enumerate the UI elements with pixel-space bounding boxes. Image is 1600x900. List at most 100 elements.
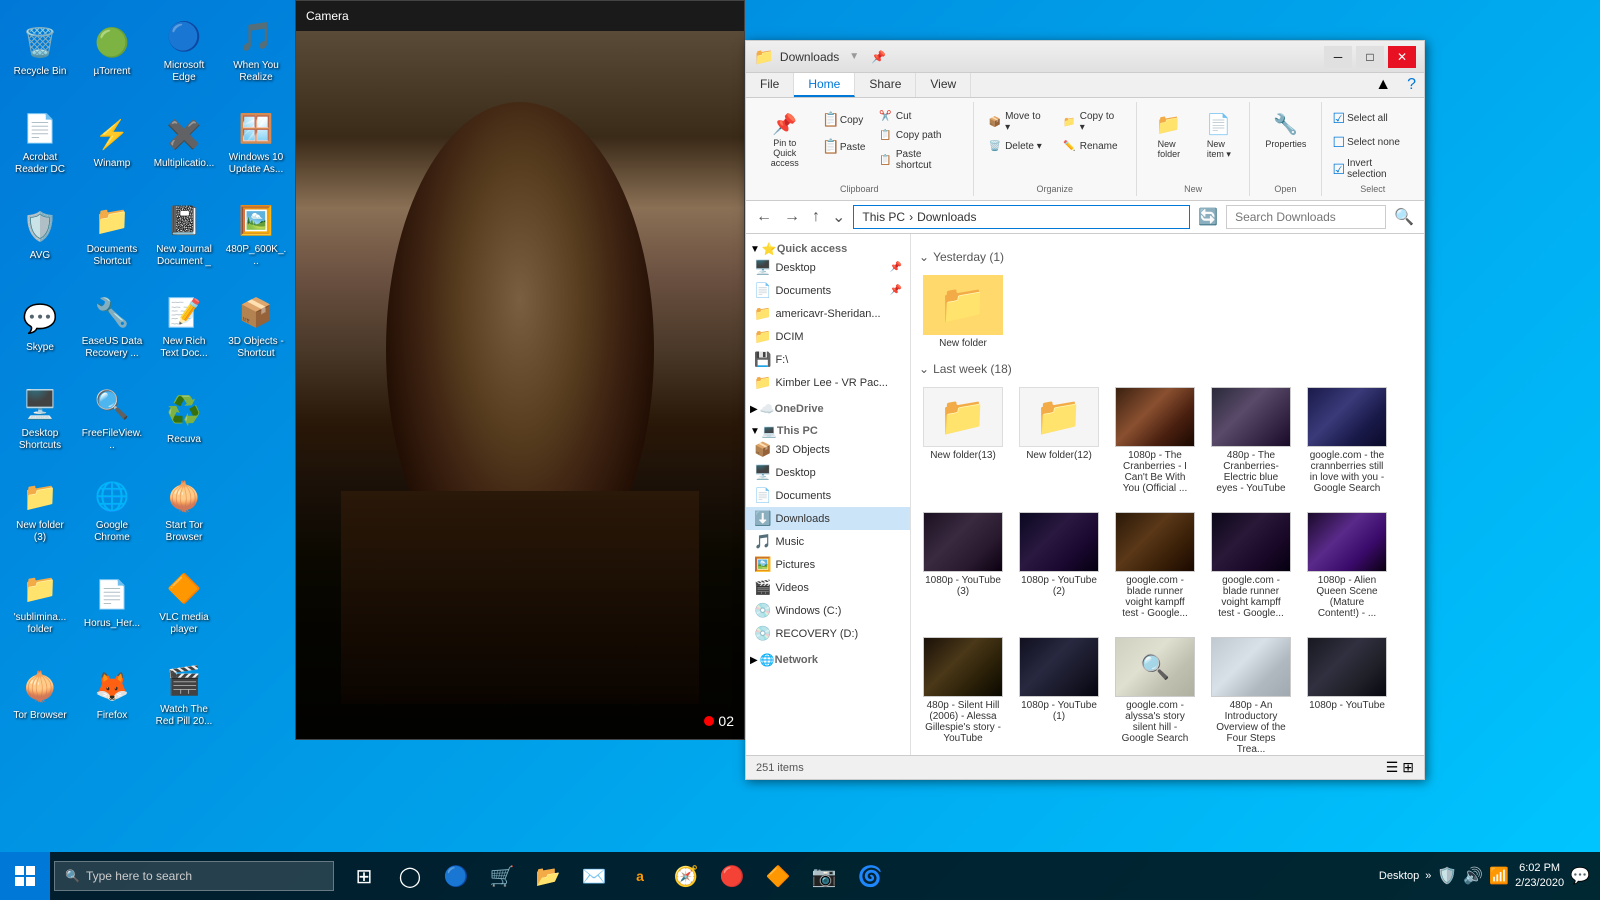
list-item[interactable]: 480p - Silent Hill (2006) - Alessa Gille… — [919, 632, 1007, 755]
icon-tor-browser[interactable]: 🧅 Tor Browser — [5, 649, 75, 739]
icon-sublimina[interactable]: 📁 'sublimina... folder — [5, 557, 75, 647]
sidebar-item-f-drive[interactable]: 💾 F:\ — [746, 348, 910, 371]
paste-button[interactable]: 📋 Paste — [817, 135, 870, 160]
select-none-button[interactable]: ☐ Select none — [1330, 133, 1416, 152]
list-item[interactable]: 📁 New folder(12) — [1015, 382, 1103, 499]
list-item[interactable]: 1080p - YouTube (1) — [1015, 632, 1103, 755]
maximize-button[interactable]: □ — [1356, 46, 1384, 68]
taskbar-vlc-task[interactable]: 🔶 — [758, 856, 798, 896]
icon-desktop-shortcuts[interactable]: 🖥️ Desktop Shortcuts — [5, 373, 75, 463]
icon-freefileview[interactable]: 🔍 FreeFileView... — [77, 373, 147, 463]
taskbar-store[interactable]: 🛒 — [482, 856, 522, 896]
quick-access-section[interactable]: ▼ ⭐ Quick access — [746, 238, 910, 256]
sidebar-item-music[interactable]: 🎵 Music — [746, 530, 910, 553]
notification-icon[interactable]: 💬 — [1570, 866, 1590, 886]
search-button[interactable]: 🔍 — [1390, 205, 1418, 229]
address-path[interactable]: This PC › Downloads — [853, 205, 1190, 229]
taskbar-search[interactable]: 🔍 Type here to search — [54, 861, 334, 891]
onedrive-section[interactable]: ▶ ☁️ OneDrive — [746, 398, 910, 416]
close-button[interactable]: ✕ — [1388, 46, 1416, 68]
paste-shortcut-button[interactable]: 📋 Paste shortcut — [872, 146, 964, 174]
sidebar-item-3d-objects[interactable]: 📦 3D Objects — [746, 438, 910, 461]
breadcrumb-this-pc[interactable]: This PC — [862, 210, 905, 224]
taskbar-amazon[interactable]: a — [620, 856, 660, 896]
taskbar-camera[interactable]: 📷 — [804, 856, 844, 896]
list-item[interactable]: google.com - blade runner voight kampff … — [1111, 507, 1199, 624]
list-item[interactable]: 📁 New folder(13) — [919, 382, 1007, 499]
move-to-button[interactable]: 📦 Move to ▾ — [982, 108, 1055, 136]
tab-file[interactable]: File — [746, 73, 794, 97]
forward-button[interactable]: → — [780, 206, 804, 228]
invert-selection-button[interactable]: ☑ Invert selection — [1330, 157, 1416, 181]
pin-quick-access-button[interactable]: 📌 Pin to Quickaccess — [754, 108, 815, 173]
icon-vlc[interactable]: 🔶 VLC media player — [149, 557, 219, 647]
icon-new-folder-3[interactable]: 📁 New folder (3) — [5, 465, 75, 555]
icon-when-you-realize[interactable]: 🎵 When You Realize — [221, 5, 291, 95]
sidebar-item-dcim[interactable]: 📁 DCIM — [746, 325, 910, 348]
cut-button[interactable]: ✂️ Cut — [872, 108, 964, 125]
icon-chrome[interactable]: 🌐 Google Chrome — [77, 465, 147, 555]
list-item[interactable]: 480p - The Cranberries- Electric blue ey… — [1207, 382, 1295, 499]
properties-button[interactable]: 🔧 Properties — [1258, 108, 1313, 153]
minimize-button[interactable]: ─ — [1324, 46, 1352, 68]
clock[interactable]: 6:02 PM 2/23/2020 — [1515, 861, 1564, 892]
new-item-button[interactable]: 📄 Newitem ▾ — [1195, 108, 1243, 164]
sidebar-item-desktop[interactable]: 🖥️ Desktop 📌 — [746, 256, 910, 279]
sidebar-item-recovery-d[interactable]: 💿 RECOVERY (D:) — [746, 622, 910, 645]
icon-winamp[interactable]: ⚡ Winamp — [77, 97, 147, 187]
search-input[interactable] — [1226, 205, 1386, 229]
tab-view[interactable]: View — [916, 73, 971, 97]
icon-easeus[interactable]: 🔧 EaseUS Data Recovery ... — [77, 281, 147, 371]
list-item[interactable]: google.com - blade runner voight kampff … — [1207, 507, 1295, 624]
file-item-new-folder[interactable]: 📁 New folder — [919, 270, 1007, 354]
icon-recycle-bin[interactable]: 🗑️ Recycle Bin — [5, 5, 75, 95]
icon-horus[interactable]: 📄 Horus_Her... — [77, 557, 147, 647]
icon-new-rich-text[interactable]: 📝 New Rich Text Doc... — [149, 281, 219, 371]
copy-to-button[interactable]: 📁 Copy to ▾ — [1056, 108, 1128, 136]
taskbar-task-view[interactable]: ⊞ — [344, 856, 384, 896]
sidebar-item-videos[interactable]: 🎬 Videos — [746, 576, 910, 599]
back-button[interactable]: ← — [752, 206, 776, 228]
help-button[interactable]: ? — [1399, 73, 1424, 97]
rename-button[interactable]: ✏️ Rename — [1056, 138, 1128, 155]
taskbar-opera[interactable]: 🔴 — [712, 856, 752, 896]
refresh-button[interactable]: 🔄 — [1194, 205, 1222, 229]
icon-watch-red-pill[interactable]: 🎬 Watch The Red Pill 20... — [149, 649, 219, 739]
this-pc-section[interactable]: ▼ 💻 This PC — [746, 420, 910, 438]
sidebar-item-documents[interactable]: 📄 Documents 📌 — [746, 279, 910, 302]
large-icons-view-button[interactable]: ⊞ — [1402, 759, 1414, 776]
icon-start-tor[interactable]: 🧅 Start Tor Browser — [149, 465, 219, 555]
sidebar-item-americavr[interactable]: 📁 americavr-Sheridan... — [746, 302, 910, 325]
ribbon-collapse[interactable]: ▲ — [1367, 73, 1399, 97]
taskbar-edge[interactable]: 🔵 — [436, 856, 476, 896]
icon-skype[interactable]: 💬 Skype — [5, 281, 75, 371]
copy-path-button[interactable]: 📋 Copy path — [872, 127, 964, 144]
copy-button[interactable]: 📋 Copy — [817, 108, 870, 133]
sidebar-item-downloads[interactable]: ⬇️ Downloads — [746, 507, 910, 530]
sidebar-item-desktop-pc[interactable]: 🖥️ Desktop — [746, 461, 910, 484]
new-folder-button[interactable]: 📁 Newfolder — [1145, 108, 1193, 163]
select-all-button[interactable]: ☑ Select all — [1330, 109, 1416, 128]
list-item[interactable]: 1080p - Alien Queen Scene (Mature Conten… — [1303, 507, 1391, 624]
sidebar-item-pictures[interactable]: 🖼️ Pictures — [746, 553, 910, 576]
icon-utorrent[interactable]: 🟢 µTorrent — [77, 5, 147, 95]
sidebar-item-kimber-lee[interactable]: 📁 Kimber Lee - VR Pac... — [746, 371, 910, 394]
list-item[interactable]: 1080p - YouTube (2) — [1015, 507, 1103, 624]
sidebar-item-documents-pc[interactable]: 📄 Documents — [746, 484, 910, 507]
tab-share[interactable]: Share — [855, 73, 916, 97]
breadcrumb-downloads[interactable]: Downloads — [917, 210, 976, 224]
icon-documents-shortcut[interactable]: 📁 Documents Shortcut — [77, 189, 147, 279]
list-item[interactable]: 1080p - The Cranberries - I Can't Be Wit… — [1111, 382, 1199, 499]
list-item[interactable]: 480p - An Introductory Overview of the F… — [1207, 632, 1295, 755]
taskbar-cortana[interactable]: ◯ — [390, 856, 430, 896]
details-view-button[interactable]: ☰ — [1386, 759, 1399, 776]
taskbar-misc[interactable]: 🌀 — [850, 856, 890, 896]
up-button[interactable]: ↑ — [808, 206, 824, 228]
icon-microsoft-edge[interactable]: 🔵 Microsoft Edge — [149, 5, 219, 95]
icon-multiplication[interactable]: ✖️ Multiplicatio... — [149, 97, 219, 187]
recent-locations-button[interactable]: ⌄ — [828, 205, 849, 229]
list-item[interactable]: google.com - the crannberries still in l… — [1303, 382, 1391, 499]
start-button[interactable] — [0, 852, 50, 900]
icon-acrobat[interactable]: 📄 Acrobat Reader DC — [5, 97, 75, 187]
sidebar-item-windows-c[interactable]: 💿 Windows (C:) — [746, 599, 910, 622]
